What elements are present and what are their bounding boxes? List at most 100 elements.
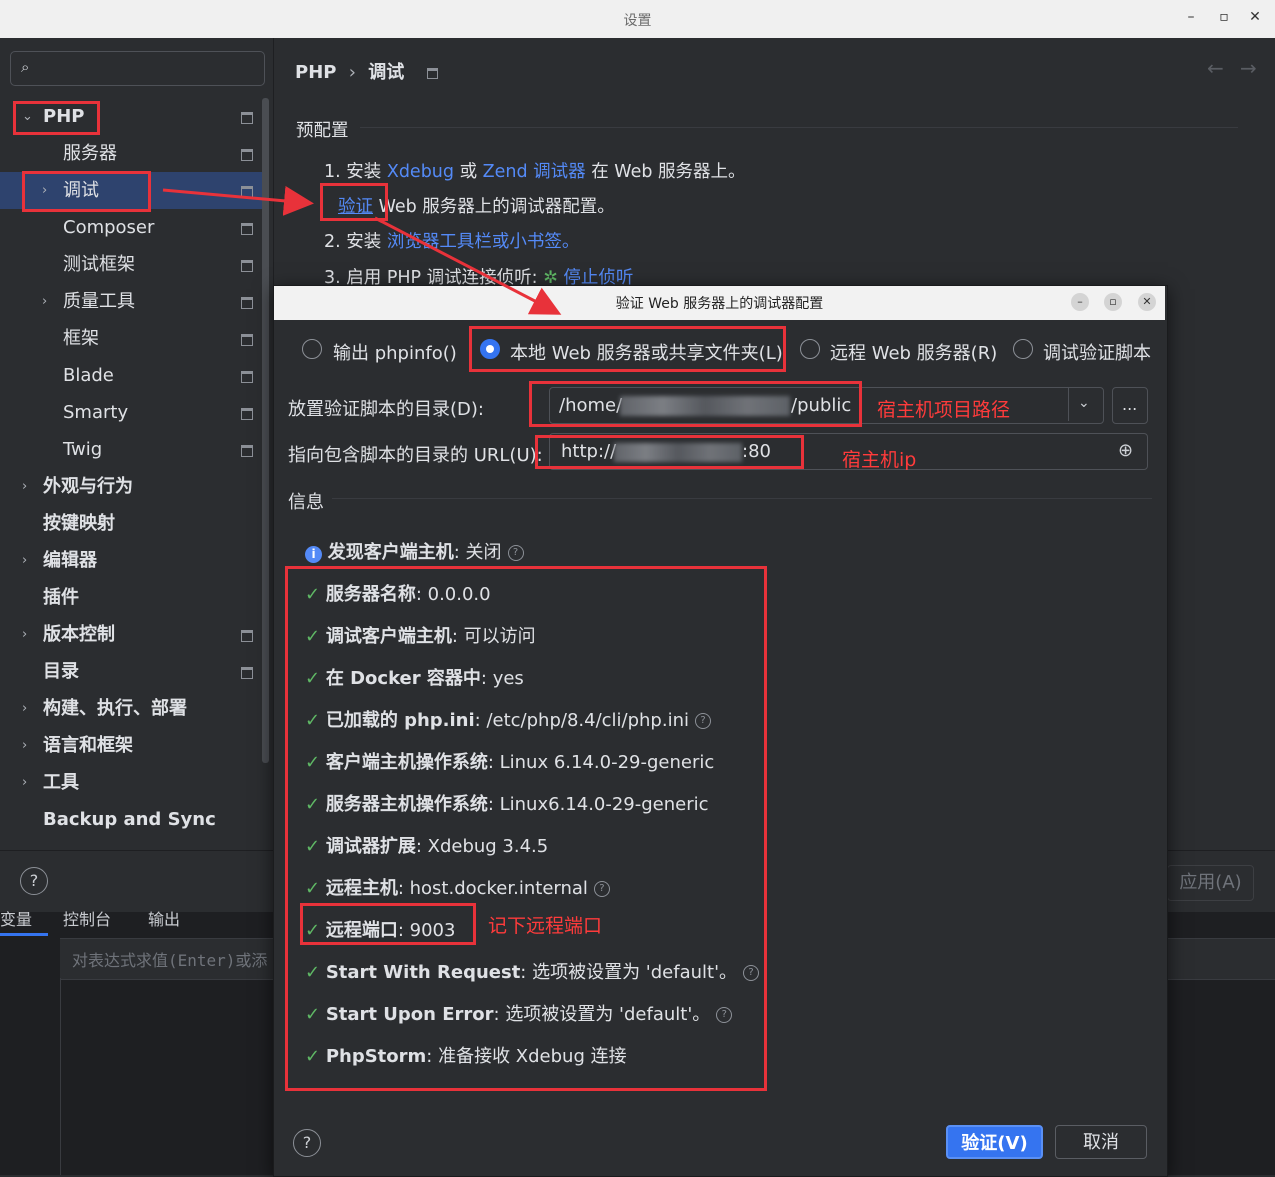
sidebar-item-languages[interactable]: 语言和框架 xyxy=(43,731,133,761)
sidebar-item-smarty[interactable]: Smarty xyxy=(63,398,128,428)
chevron-down-icon[interactable]: ⌄ xyxy=(1078,395,1090,411)
tab-variables[interactable]: 变量 xyxy=(0,906,32,930)
chevron-right-icon[interactable]: › xyxy=(22,768,27,798)
breadcrumb-leaf: 调试 xyxy=(368,62,405,83)
radio-remote-server-label[interactable]: 远程 Web 服务器(R) xyxy=(830,339,997,365)
breadcrumb: PHP › 调试 xyxy=(295,58,438,84)
window-titlebar: 设置 – ▫ ✕ xyxy=(0,0,1275,39)
close-icon[interactable]: ✕ xyxy=(1138,293,1156,311)
forward-arrow-icon[interactable]: → xyxy=(1240,56,1257,80)
sidebar-item-plugins[interactable]: 插件 xyxy=(43,583,79,613)
annotation-host-path: 宿主机项目路径 xyxy=(877,399,1011,421)
minimize-icon[interactable]: – xyxy=(1182,9,1200,25)
browser-toolbar-link[interactable]: 浏览器工具栏或小书签。 xyxy=(387,232,580,252)
apply-button[interactable]: 应用(A) xyxy=(1167,865,1254,901)
dialog-help-icon[interactable]: ? xyxy=(293,1129,321,1157)
annotation-box-results xyxy=(285,566,767,1091)
sidebar-item-tools[interactable]: 工具 xyxy=(43,768,79,798)
annotation-box-local-server xyxy=(469,326,786,372)
search-icon: ⌕ xyxy=(21,58,30,76)
divider xyxy=(360,127,1238,128)
search-input[interactable]: ⌕ xyxy=(10,51,265,86)
divider xyxy=(60,978,61,1175)
maximize-icon[interactable]: ▫ xyxy=(1215,9,1233,25)
help-icon[interactable]: ? xyxy=(507,545,524,561)
maximize-icon[interactable]: ▫ xyxy=(1104,293,1122,311)
radio-phpinfo[interactable] xyxy=(302,339,322,359)
sidebar-item-frameworks[interactable]: 框架 xyxy=(63,324,99,354)
dialog-titlebar: 验证 Web 服务器上的调试器配置 – ▫ ✕ xyxy=(274,286,1165,320)
url-label: 指向包含脚本的目录的 URL(U): xyxy=(288,445,543,466)
annotation-box-url xyxy=(535,435,804,469)
sidebar-item-quality-tools[interactable]: 质量工具 xyxy=(63,287,135,317)
pin-icon xyxy=(241,260,253,272)
browse-button-label: ... xyxy=(1122,395,1138,414)
annotation-box-verify xyxy=(320,183,388,221)
pin-icon xyxy=(241,297,253,309)
sidebar-item-servers[interactable]: 服务器 xyxy=(63,139,117,169)
help-icon[interactable]: ? xyxy=(20,867,48,895)
chevron-right-icon[interactable]: › xyxy=(22,694,27,724)
sidebar-item-backup-sync[interactable]: Backup and Sync xyxy=(43,805,216,835)
sidebar-item-blade[interactable]: Blade xyxy=(63,361,114,391)
sidebar-item-appearance[interactable]: 外观与行为 xyxy=(43,472,133,502)
tab-console[interactable]: 控制台 xyxy=(63,906,111,930)
chevron-right-icon[interactable]: › xyxy=(22,731,27,761)
tab-output[interactable]: 输出 xyxy=(148,906,180,930)
radio-verify-script-label[interactable]: 调试验证脚本 xyxy=(1043,339,1151,365)
sidebar-item-twig[interactable]: Twig xyxy=(63,435,102,465)
xdebug-link[interactable]: Xdebug xyxy=(387,162,454,182)
radio-verify-script[interactable] xyxy=(1013,339,1033,359)
sidebar-item-editor[interactable]: 编辑器 xyxy=(43,546,97,576)
sidebar-item-keymap[interactable]: 按键映射 xyxy=(43,509,115,539)
pin-icon xyxy=(241,223,253,235)
pin-icon xyxy=(241,334,253,346)
sidebar-item-composer[interactable]: Composer xyxy=(63,213,154,243)
pin-icon xyxy=(241,630,253,642)
chevron-right-icon[interactable]: › xyxy=(22,472,27,502)
info-title: 信息 xyxy=(288,492,324,513)
step1-text: 1. 安装 Xdebug 或 Zend 调试器 在 Web 服务器上。 xyxy=(324,162,746,182)
active-tab-indicator xyxy=(0,933,48,936)
globe-icon[interactable]: ⊕ xyxy=(1118,440,1133,461)
annotation-box-dir xyxy=(529,381,862,427)
discover-client-line: i 发现客户端主机: 关闭? xyxy=(305,538,524,564)
radio-phpinfo-label[interactable]: 输出 phpinfo() xyxy=(333,339,457,365)
pin-icon xyxy=(241,149,253,161)
back-arrow-icon[interactable]: ← xyxy=(1207,56,1224,80)
minimize-icon[interactable]: – xyxy=(1071,293,1089,311)
chevron-right-icon[interactable]: › xyxy=(22,546,27,576)
annotation-box-port xyxy=(300,903,476,945)
evaluate-input[interactable]: 对表达式求值(Enter)或添 xyxy=(72,947,267,971)
window-title: 设置 xyxy=(623,13,652,29)
chevron-right-icon[interactable]: › xyxy=(42,287,47,317)
radio-remote-server[interactable] xyxy=(800,339,820,359)
divider xyxy=(1068,388,1069,421)
pin-icon xyxy=(241,667,253,679)
info-icon: i xyxy=(305,546,322,563)
sidebar-item-directories[interactable]: 目录 xyxy=(43,657,79,687)
annotation-box-php xyxy=(13,101,100,135)
dir-label: 放置验证脚本的目录(D): xyxy=(288,399,484,420)
close-icon[interactable]: ✕ xyxy=(1246,9,1264,25)
breadcrumb-root[interactable]: PHP xyxy=(295,62,336,83)
dialog-title: 验证 Web 服务器上的调试器配置 xyxy=(615,296,824,312)
chevron-right-icon[interactable]: › xyxy=(22,620,27,650)
pin-icon xyxy=(241,445,253,457)
pin-icon xyxy=(241,112,253,124)
sidebar-scrollbar[interactable] xyxy=(262,98,269,763)
annotation-box-debug xyxy=(22,171,151,212)
breadcrumb-separator: › xyxy=(348,62,356,83)
verify-button[interactable]: 验证(V) xyxy=(946,1125,1043,1159)
settings-sidebar xyxy=(0,38,274,850)
step2-text: 2. 安装 浏览器工具栏或小书签。 xyxy=(324,232,580,252)
cancel-button[interactable]: 取消 xyxy=(1055,1125,1147,1159)
sidebar-item-test-frameworks[interactable]: 测试框架 xyxy=(63,250,135,280)
sidebar-item-build[interactable]: 构建、执行、部署 xyxy=(43,694,187,724)
pin-icon xyxy=(241,371,253,383)
pin-icon xyxy=(426,67,438,79)
sidebar-item-vcs[interactable]: 版本控制 xyxy=(43,620,115,650)
zend-link[interactable]: Zend 调试器 xyxy=(483,162,586,182)
preconfig-title: 预配置 xyxy=(296,121,349,141)
pin-icon xyxy=(241,186,253,198)
